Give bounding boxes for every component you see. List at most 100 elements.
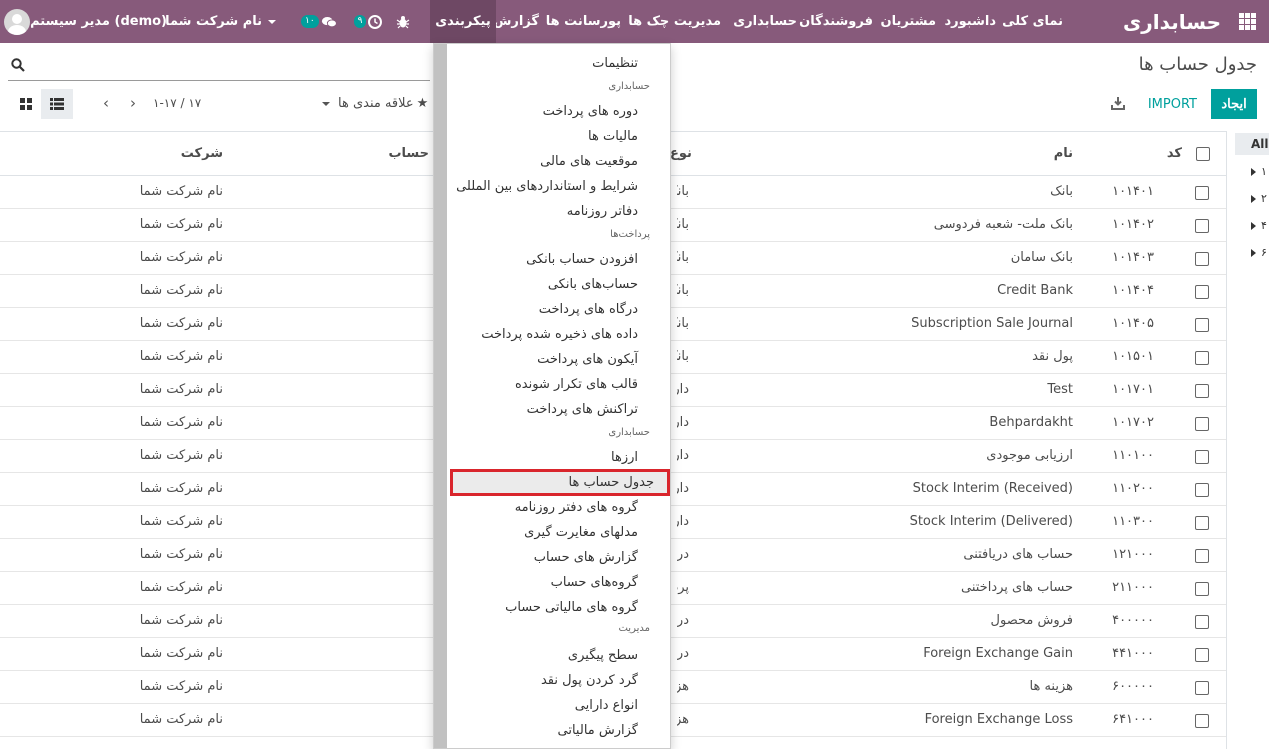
list-view-button[interactable]	[41, 89, 73, 119]
dropdown-item[interactable]: دفاتر روزنامه	[567, 204, 638, 219]
row-checkbox[interactable]	[1195, 516, 1209, 530]
activities-button[interactable]: ۹	[352, 0, 384, 43]
cell-company: نام شرکت شما	[139, 184, 223, 199]
company-switcher[interactable]: نام شرکت شما	[165, 0, 282, 43]
column-header-type[interactable]: نوع	[670, 146, 692, 161]
row-checkbox[interactable]	[1195, 219, 1209, 233]
menu-vendors[interactable]: فروشندگان	[799, 0, 873, 43]
search-input[interactable]	[8, 55, 430, 81]
dropdown-item[interactable]: حساب‌های بانکی	[548, 277, 638, 292]
dropdown-item[interactable]: قالب های تکرار شونده	[515, 377, 638, 392]
cell-type: دارا	[677, 448, 689, 463]
row-checkbox[interactable]	[1195, 714, 1209, 728]
menu-customers[interactable]: مشتریان	[880, 0, 936, 43]
dropdown-item[interactable]: گزارش های حساب	[534, 550, 638, 565]
menu-check-management[interactable]: مدیریت چک ها	[628, 0, 721, 43]
row-checkbox[interactable]	[1195, 549, 1209, 563]
column-header-company[interactable]: شرکت	[181, 146, 223, 161]
row-checkbox[interactable]	[1195, 318, 1209, 332]
row-checkbox[interactable]	[1195, 285, 1209, 299]
dropdown-item[interactable]: سطح پیگیری	[568, 648, 638, 663]
pager-next-button[interactable]: ›	[123, 93, 143, 113]
cell-name: Foreign Exchange Loss	[924, 712, 1073, 727]
cell-code: ۱۰۱۷۰۱	[1112, 382, 1154, 397]
cell-code: ۱۰۱۷۰۲	[1112, 415, 1154, 430]
row-checkbox[interactable]	[1195, 351, 1209, 365]
filter-group[interactable]: ۱	[1251, 165, 1267, 178]
filter-group[interactable]: ۶	[1251, 246, 1267, 259]
messages-button[interactable]: ۱۰	[301, 0, 337, 43]
row-checkbox[interactable]	[1195, 648, 1209, 662]
dropdown-item[interactable]: تراکنش های پرداخت	[527, 402, 638, 417]
row-checkbox[interactable]	[1195, 483, 1209, 497]
dropdown-item[interactable]: گروه‌های حساب	[551, 575, 638, 590]
row-checkbox[interactable]	[1195, 615, 1209, 629]
column-header-code[interactable]: کد	[1167, 146, 1182, 161]
menu-reporting[interactable]: گزارش	[493, 0, 539, 43]
row-checkbox[interactable]	[1195, 450, 1209, 464]
create-button[interactable]: ایجاد	[1211, 89, 1257, 119]
row-checkbox[interactable]	[1195, 186, 1209, 200]
cell-code: ۲۱۱۰۰۰	[1112, 580, 1154, 595]
scrollbar[interactable]	[434, 44, 447, 748]
dropdown-item[interactable]: درگاه های پرداخت	[539, 302, 638, 317]
menu-configuration[interactable]: پیکربندی	[430, 0, 496, 43]
dropdown-item-chart-of-accounts[interactable]: جدول حساب ها	[450, 469, 670, 496]
column-header-account[interactable]: حساب	[388, 146, 429, 161]
dropdown-item[interactable]: ارزها	[611, 450, 638, 465]
cell-code: ۴۰۰۰۰۰	[1112, 613, 1154, 628]
row-checkbox[interactable]	[1195, 582, 1209, 596]
dropdown-item[interactable]: گرد کردن پول نقد	[541, 673, 638, 688]
dropdown-item[interactable]: گروه های مالیاتی حساب	[505, 600, 638, 615]
select-all-checkbox[interactable]	[1196, 147, 1210, 161]
favorites-label: علاقه مندی ها	[338, 96, 414, 111]
bug-icon[interactable]	[393, 0, 413, 43]
cell-name: Subscription Sale Journal	[911, 316, 1073, 331]
cell-type: دارا	[677, 382, 689, 397]
dropdown-item[interactable]: افزودن حساب بانکی	[526, 252, 638, 267]
dropdown-item[interactable]: مدلهای مغایرت گیری	[524, 525, 638, 540]
cell-company: نام شرکت شما	[139, 283, 223, 298]
apps-menu-icon[interactable]	[1239, 0, 1257, 43]
user-menu[interactable]: مدیر سیستم (demo)	[0, 0, 167, 43]
import-button[interactable]: IMPORT	[1148, 89, 1197, 119]
dropdown-item[interactable]: آیکون های پرداخت	[537, 352, 638, 367]
favorites-dropdown[interactable]: علاقه مندی ها ★	[322, 96, 428, 111]
kanban-view-button[interactable]	[10, 89, 42, 119]
cell-name: ارزیابی موجودی	[986, 448, 1073, 463]
menu-dashboard[interactable]: داشبورد	[944, 0, 996, 43]
row-checkbox[interactable]	[1195, 252, 1209, 266]
cell-type: هزی	[677, 712, 689, 727]
filter-all[interactable]: All	[1235, 133, 1269, 155]
dropdown-item[interactable]: دوره های پرداخت	[543, 104, 638, 119]
cell-code: ۱۰۱۴۰۳	[1112, 250, 1154, 265]
dropdown-item[interactable]: انواع دارایی	[575, 698, 638, 713]
cell-type: درآم	[677, 613, 689, 628]
row-checkbox[interactable]	[1195, 681, 1209, 695]
filter-group[interactable]: ۴	[1251, 219, 1267, 232]
pager-previous-button[interactable]: ‹	[96, 93, 116, 113]
dropdown-item[interactable]: شرایط و استانداردهای بین المللی	[456, 179, 638, 194]
pager-value[interactable]: ۱-۱۷ / ۱۷	[153, 96, 201, 110]
dropdown-item[interactable]: داده های ذخیره شده پرداخت	[481, 327, 638, 342]
menu-overview[interactable]: نمای کلی	[1002, 0, 1063, 43]
search-icon	[11, 58, 25, 72]
cell-code: ۶۰۰۰۰۰	[1112, 679, 1154, 694]
dropdown-item[interactable]: گروه های دفتر روزنامه	[515, 500, 638, 515]
chat-icon	[321, 16, 337, 27]
dropdown-item[interactable]: موقعیت های مالی	[540, 154, 638, 169]
menu-accounting[interactable]: حسابداری	[733, 0, 797, 43]
cell-name: Stock Interim (Received)	[912, 481, 1073, 496]
dropdown-item[interactable]: مالیات ها	[588, 129, 638, 144]
dropdown-item[interactable]: تنظیمات	[592, 56, 638, 71]
page-title: جدول حساب ها	[1138, 54, 1257, 75]
download-icon[interactable]	[1111, 96, 1125, 110]
dropdown-item[interactable]: گزارش مالیاتی	[558, 723, 638, 738]
side-panel: All ۱ ۲ ۴ ۶	[1226, 131, 1269, 749]
cell-code: ۱۱۰۱۰۰	[1112, 448, 1154, 463]
column-header-name[interactable]: نام	[1054, 146, 1073, 161]
row-checkbox[interactable]	[1195, 417, 1209, 431]
menu-commissions[interactable]: پورسانت ها	[546, 0, 621, 43]
filter-group[interactable]: ۲	[1251, 192, 1267, 205]
row-checkbox[interactable]	[1195, 384, 1209, 398]
